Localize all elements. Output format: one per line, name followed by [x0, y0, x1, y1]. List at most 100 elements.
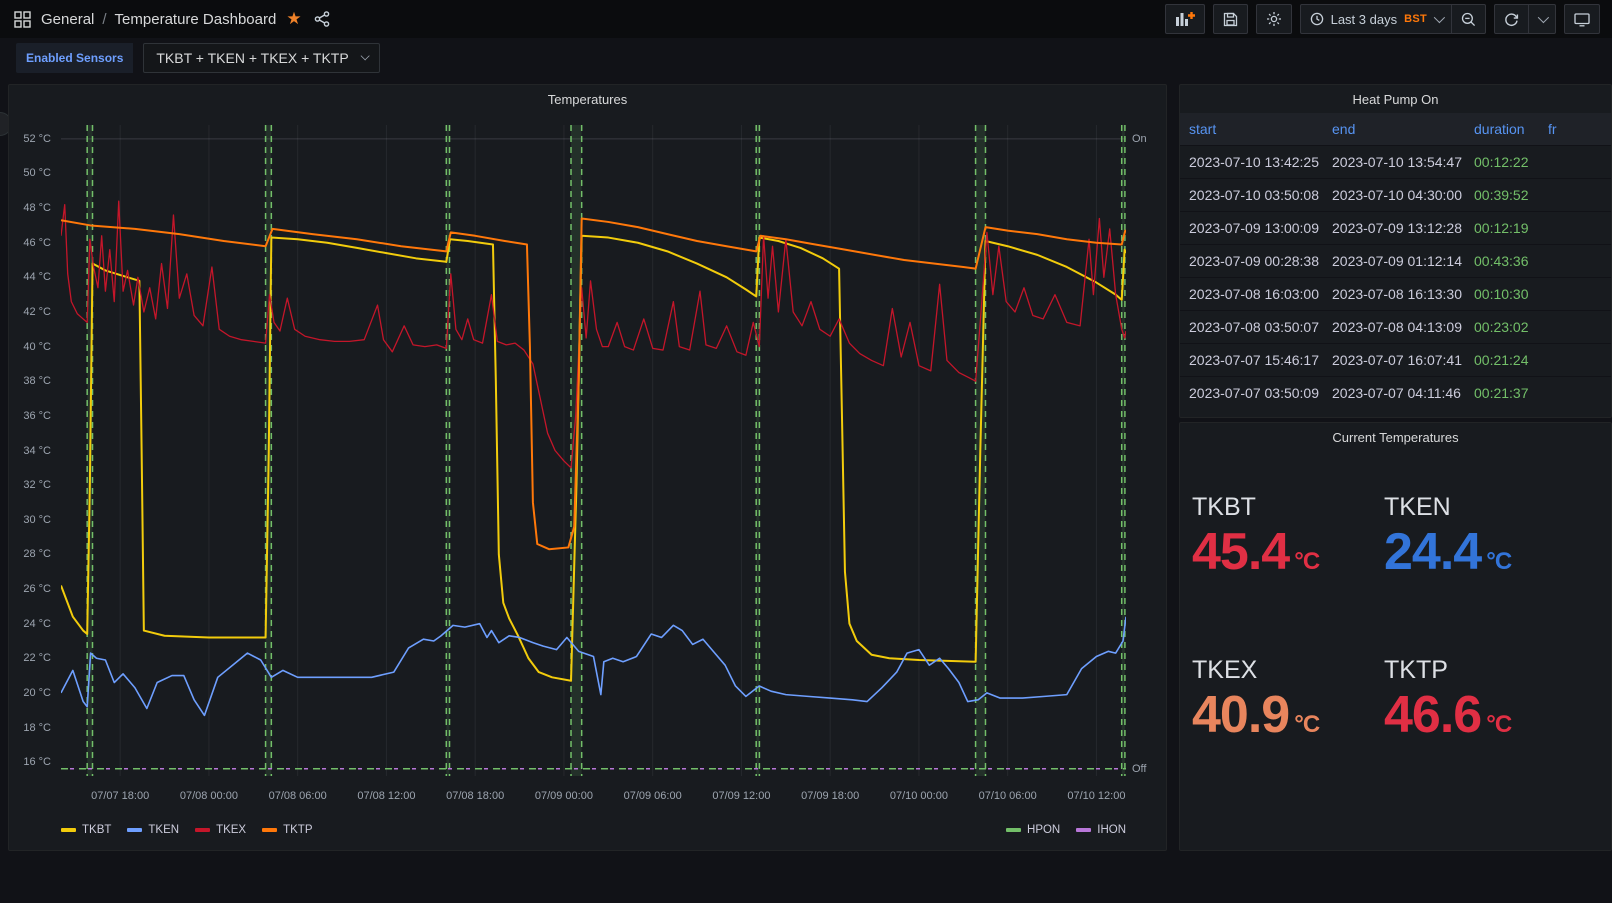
- stat-unit: °C: [1294, 548, 1319, 575]
- cell-empty: [1539, 278, 1611, 311]
- legend-color-chip: [1076, 828, 1091, 832]
- cell-empty: [1539, 179, 1611, 212]
- save-dashboard-button[interactable]: [1213, 4, 1248, 34]
- refresh-button[interactable]: [1494, 4, 1529, 34]
- breadcrumb-dashboard-title[interactable]: Temperature Dashboard: [115, 11, 277, 28]
- chevron-down-icon: [360, 51, 369, 60]
- cell-start: 2023-07-10 03:50:08: [1180, 179, 1323, 212]
- stat-value: 40.9°C: [1192, 689, 1384, 741]
- cell-start: 2023-07-09 13:00:09: [1180, 212, 1323, 245]
- stat-unit: °C: [1294, 711, 1319, 738]
- time-range-picker[interactable]: Last 3 days BST: [1300, 4, 1452, 34]
- refresh-interval-dropdown[interactable]: [1529, 4, 1556, 34]
- chevron-down-icon: [1538, 12, 1549, 23]
- y-tick-label: 28 °C: [23, 548, 51, 560]
- cell-start: 2023-07-08 03:50:07: [1180, 311, 1323, 344]
- cell-empty: [1539, 344, 1611, 377]
- time-range-label: Last 3 days: [1331, 12, 1398, 27]
- cell-duration: 00:43:36: [1465, 245, 1539, 278]
- y-tick-label: 44 °C: [23, 271, 51, 283]
- table-row: 2023-07-09 00:28:382023-07-09 01:12:1400…: [1180, 245, 1611, 278]
- share-icon[interactable]: [314, 11, 330, 27]
- dashboard-settings-button[interactable]: [1256, 4, 1292, 34]
- time-controls: Last 3 days BST: [1300, 4, 1486, 34]
- cell-start: 2023-07-08 16:03:00: [1180, 278, 1323, 311]
- legend-label: TKBT: [82, 824, 111, 836]
- column-header-start[interactable]: start: [1180, 113, 1323, 146]
- cell-start: 2023-07-07 15:46:17: [1180, 344, 1323, 377]
- x-tick-label: 07/10 00:00: [890, 790, 948, 802]
- table-row: 2023-07-09 13:00:092023-07-09 13:12:2800…: [1180, 212, 1611, 245]
- legend-item-tkbt[interactable]: TKBT: [61, 824, 111, 836]
- legend-item-tken[interactable]: TKEN: [127, 824, 179, 836]
- y-tick-label: 26 °C: [23, 583, 51, 595]
- table-row: 2023-07-07 03:50:092023-07-07 04:11:4600…: [1180, 377, 1611, 410]
- cell-empty: [1539, 212, 1611, 245]
- y-tick-label: 16 °C: [23, 756, 51, 768]
- stat-unit: °C: [1486, 548, 1511, 575]
- sensors-variable-dropdown[interactable]: TKBT + TKEN + TKEX + TKTP: [143, 43, 379, 73]
- column-header-duration[interactable]: duration: [1465, 113, 1539, 146]
- cell-start: 2023-07-09 00:28:38: [1180, 245, 1323, 278]
- legend-color-chip: [127, 828, 142, 832]
- stat-value: 45.4°C: [1192, 526, 1384, 578]
- breadcrumb-folder[interactable]: General: [41, 11, 94, 28]
- y-tick-label: 52 °C: [23, 133, 51, 145]
- add-panel-button[interactable]: [1165, 4, 1205, 34]
- cell-end: 2023-07-08 16:13:30: [1323, 278, 1465, 311]
- zoom-out-time-button[interactable]: [1452, 4, 1486, 34]
- table-header-row: startenddurationfr: [1180, 113, 1611, 146]
- y-tick-label: 46 °C: [23, 237, 51, 249]
- column-header-end[interactable]: end: [1323, 113, 1465, 146]
- breadcrumb: General / Temperature Dashboard: [41, 11, 276, 28]
- heat-pump-on-panel: Heat Pump On startenddurationfr 2023-07-…: [1179, 84, 1612, 418]
- chart-body: 52 °C50 °C48 °C46 °C44 °C42 °C40 °C38 °C…: [9, 113, 1166, 850]
- stat-value: 24.4°C: [1384, 526, 1605, 578]
- legend-label: HPON: [1027, 824, 1060, 836]
- cell-duration: 00:12:22: [1465, 146, 1539, 179]
- cell-start: 2023-07-10 13:42:25: [1180, 146, 1323, 179]
- legend-label: IHON: [1097, 824, 1126, 836]
- cell-duration: 00:39:52: [1465, 179, 1539, 212]
- favorite-star-icon[interactable]: ★: [286, 9, 301, 29]
- tv-mode-button[interactable]: [1564, 4, 1600, 34]
- table-row: 2023-07-08 16:03:002023-07-08 16:13:3000…: [1180, 278, 1611, 311]
- variable-label: Enabled Sensors: [16, 43, 133, 73]
- legend-label: TKEX: [216, 824, 246, 836]
- legend-item-tktp[interactable]: TKTP: [262, 824, 312, 836]
- timezone-label: BST: [1404, 13, 1427, 25]
- chart-legend: TKBT TKEN TKEX TKTP HPON IHON: [61, 818, 1126, 842]
- current-temperatures-panel-title[interactable]: Current Temperatures: [1180, 423, 1611, 451]
- y-tick-label: 34 °C: [23, 445, 51, 457]
- legend-color-chip: [61, 828, 76, 832]
- heat-pump-on-panel-title[interactable]: Heat Pump On: [1180, 85, 1611, 113]
- legend-item-tkex[interactable]: TKEX: [195, 824, 246, 836]
- temperatures-panel: Temperatures 52 °C50 °C48 °C46 °C44 °C42…: [8, 84, 1167, 851]
- y-tick-label: 42 °C: [23, 306, 51, 318]
- cell-duration: 00:21:37: [1465, 377, 1539, 410]
- y-tick-label: 32 °C: [23, 479, 51, 491]
- x-axis: 07/07 18:0007/08 00:0007/08 06:0007/08 1…: [61, 784, 1126, 804]
- sensors-variable-value: TKBT + TKEN + TKEX + TKTP: [156, 50, 348, 66]
- x-tick-label: 07/10 12:00: [1067, 790, 1125, 802]
- chart-plot[interactable]: [61, 125, 1126, 776]
- legend-item-ihon[interactable]: IHON: [1076, 824, 1126, 836]
- apps-grid-icon[interactable]: [14, 11, 31, 28]
- cell-end: 2023-07-10 13:54:47: [1323, 146, 1465, 179]
- right-axis: On Off: [1130, 125, 1162, 776]
- stat-tkbt: TKBT45.4°C: [1192, 493, 1384, 578]
- legend-item-hpon[interactable]: HPON: [1006, 824, 1060, 836]
- x-tick-label: 07/08 18:00: [446, 790, 504, 802]
- stat-unit: °C: [1486, 711, 1511, 738]
- x-tick-label: 07/08 06:00: [269, 790, 327, 802]
- temperatures-panel-title[interactable]: Temperatures: [9, 85, 1166, 113]
- column-header-fr[interactable]: fr: [1539, 113, 1611, 146]
- cell-empty: [1539, 311, 1611, 344]
- x-tick-label: 07/09 18:00: [801, 790, 859, 802]
- stat-value: 46.6°C: [1384, 689, 1605, 741]
- series-tktp: [61, 218, 1126, 549]
- cell-duration: 00:21:24: [1465, 344, 1539, 377]
- stat-label: TKTP: [1384, 656, 1605, 685]
- cell-empty: [1539, 146, 1611, 179]
- chevron-down-icon: [1434, 12, 1445, 23]
